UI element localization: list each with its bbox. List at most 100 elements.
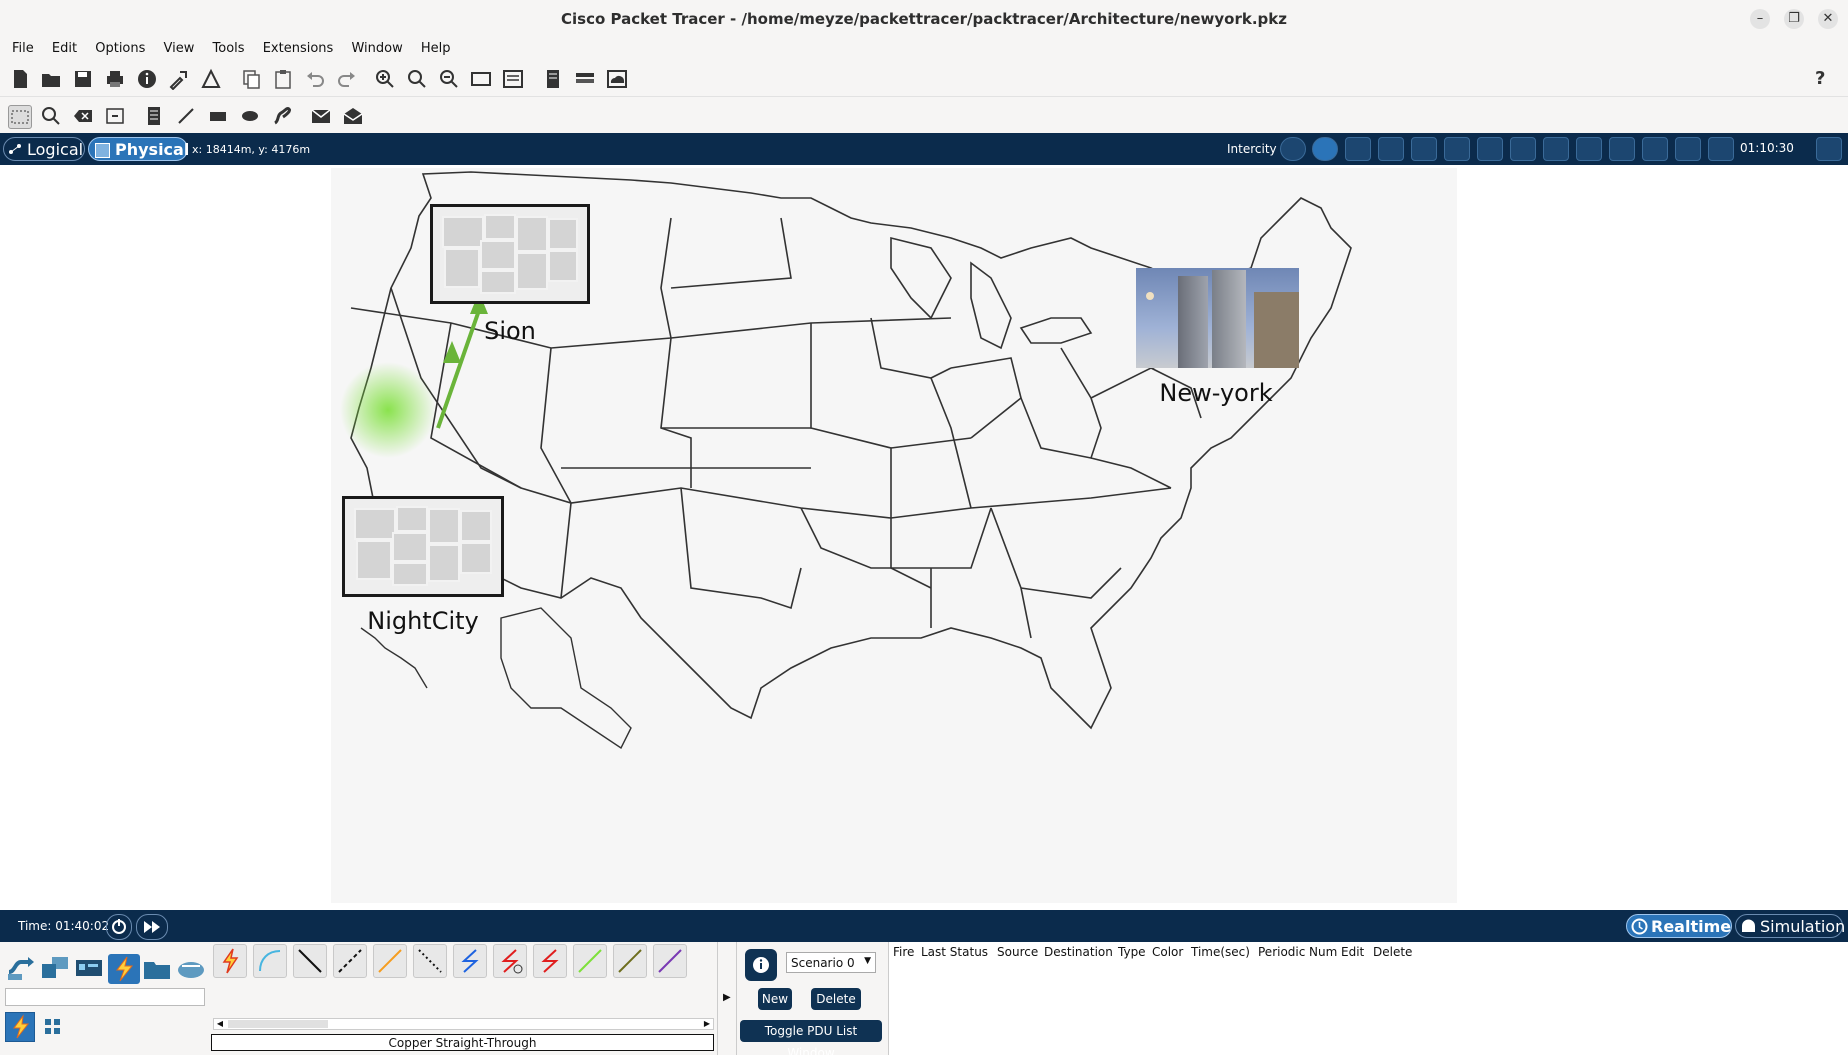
menu-options[interactable]: Options <box>95 38 145 60</box>
scroll-right-icon[interactable]: ▶ <box>701 1019 713 1029</box>
line-icon[interactable] <box>175 105 197 127</box>
cable-scrollbar[interactable]: ◀ ▶ <box>213 1018 714 1030</box>
navigation-icon[interactable] <box>1280 137 1306 161</box>
delete-icon[interactable] <box>72 105 94 127</box>
menu-window[interactable]: Window <box>351 38 402 60</box>
tiles-icon[interactable] <box>1642 137 1668 161</box>
scroll-thumb[interactable] <box>228 1020 328 1028</box>
menu-view[interactable]: View <box>164 38 195 60</box>
notes-icon[interactable] <box>542 68 564 90</box>
nightcity-city-icon[interactable] <box>342 496 504 597</box>
fiber-cable-icon[interactable] <box>373 944 407 978</box>
scroll-left-icon[interactable]: ◀ <box>214 1019 226 1029</box>
redo-icon[interactable] <box>336 68 358 90</box>
new-rack-icon[interactable] <box>1444 137 1470 161</box>
complex-pdu-icon[interactable] <box>342 105 364 127</box>
move-object-icon[interactable] <box>1510 137 1536 161</box>
new-city-icon[interactable] <box>1378 137 1404 161</box>
grid-icon[interactable] <box>1576 137 1602 161</box>
select-icon[interactable] <box>8 105 32 129</box>
phone-cable-icon[interactable] <box>413 944 447 978</box>
power-cycle-icon[interactable] <box>106 914 132 940</box>
menu-tools[interactable]: Tools <box>213 38 245 60</box>
viewport-icon[interactable] <box>574 68 596 90</box>
workspace-canvas[interactable]: Sion NightCity New-york <box>0 165 1848 910</box>
zoom-out-icon[interactable] <box>438 68 460 90</box>
minimize-icon[interactable]: – <box>1750 9 1770 29</box>
pan-icon[interactable] <box>1609 137 1635 161</box>
serial-dce-cable-icon[interactable] <box>493 944 527 978</box>
new-table-icon[interactable] <box>1477 137 1503 161</box>
column-source[interactable]: Source <box>997 945 1038 959</box>
multiuser-icon[interactable] <box>176 954 206 982</box>
network-devices-icon[interactable] <box>6 954 36 982</box>
column-delete[interactable]: Delete <box>1373 945 1412 959</box>
simulation-tab[interactable]: Simulation <box>1735 914 1845 938</box>
column-edit[interactable]: Edit <box>1341 945 1364 959</box>
wireless-icon[interactable] <box>1675 137 1701 161</box>
simple-pdu-icon[interactable] <box>310 105 332 127</box>
new-closet-icon[interactable] <box>1411 137 1437 161</box>
cloud-icon[interactable] <box>606 68 628 90</box>
coaxial-cable-icon[interactable] <box>453 944 487 978</box>
delete-scenario-button[interactable]: Delete <box>811 988 861 1010</box>
copper-straight-through-icon[interactable] <box>293 944 327 978</box>
scenario-select[interactable]: Scenario 0 ▼ <box>786 952 876 973</box>
console-cable-icon[interactable] <box>253 944 287 978</box>
scenario-info-icon[interactable] <box>745 949 777 981</box>
usb-cable-icon[interactable] <box>653 944 687 978</box>
connections-subcategory-icon[interactable] <box>5 1012 35 1042</box>
restore-icon[interactable]: ❐ <box>1784 9 1804 29</box>
info-icon[interactable] <box>136 68 158 90</box>
menu-file[interactable]: File <box>12 38 34 60</box>
menu-extensions[interactable]: Extensions <box>263 38 334 60</box>
structured-cabling-icon[interactable] <box>44 1018 62 1036</box>
automatic-cable-icon[interactable] <box>213 944 247 978</box>
freeform-icon[interactable] <box>271 105 293 127</box>
octal-cable-icon[interactable] <box>573 944 607 978</box>
realtime-tab[interactable]: Realtime <box>1626 914 1732 938</box>
menu-help[interactable]: Help <box>421 38 451 60</box>
network-info-icon[interactable] <box>200 68 222 90</box>
column-periodic[interactable]: Periodic <box>1258 945 1305 959</box>
help-icon[interactable]: ? <box>1815 68 1837 90</box>
iot-custom-cable-icon[interactable] <box>613 944 647 978</box>
wiring-closet-icon[interactable] <box>1543 137 1569 161</box>
new-york-photo[interactable] <box>1136 268 1299 368</box>
copper-cross-over-icon[interactable] <box>333 944 367 978</box>
components-icon[interactable] <box>74 954 104 982</box>
drawing-palette-icon[interactable] <box>470 68 492 90</box>
column-fire[interactable]: Fire <box>893 945 914 959</box>
close-icon[interactable]: ✕ <box>1818 9 1838 29</box>
column-destination[interactable]: Destination <box>1044 945 1113 959</box>
open-icon[interactable] <box>40 68 62 90</box>
sion-city-icon[interactable] <box>430 204 590 304</box>
miscellaneous-icon[interactable] <box>142 954 172 982</box>
rectangle-icon[interactable] <box>207 105 229 127</box>
connections-icon[interactable] <box>108 954 140 984</box>
resize-icon[interactable] <box>104 105 126 127</box>
ellipse-icon[interactable] <box>239 105 261 127</box>
copy-icon[interactable] <box>240 68 262 90</box>
toggle-pdu-list-button[interactable]: Toggle PDU List Window <box>740 1020 882 1060</box>
column-time[interactable]: Time(sec) <box>1191 945 1250 959</box>
wizard-icon[interactable] <box>168 68 190 91</box>
paste-icon[interactable] <box>272 68 294 90</box>
serial-dte-cable-icon[interactable] <box>533 944 567 978</box>
end-devices-icon[interactable] <box>40 954 70 982</box>
column-color[interactable]: Color <box>1152 945 1183 959</box>
back-icon[interactable] <box>1312 137 1338 161</box>
column-type[interactable]: Type <box>1118 945 1146 959</box>
home-icon[interactable] <box>1816 137 1842 161</box>
new-scenario-button[interactable]: New <box>758 988 792 1010</box>
link-nightcity-sion[interactable] <box>0 165 1848 910</box>
device-search-input[interactable] <box>5 988 205 1006</box>
column-num[interactable]: Num <box>1309 945 1337 959</box>
column-last-status[interactable]: Last Status <box>921 945 988 959</box>
undo-icon[interactable] <box>304 68 326 90</box>
inspect-icon[interactable] <box>40 105 62 127</box>
note-icon[interactable] <box>143 105 165 127</box>
splitter-arrow-icon[interactable]: ▶ <box>723 992 731 1003</box>
zoom-reset-icon[interactable] <box>406 68 428 90</box>
background-image-icon[interactable] <box>1708 137 1734 161</box>
